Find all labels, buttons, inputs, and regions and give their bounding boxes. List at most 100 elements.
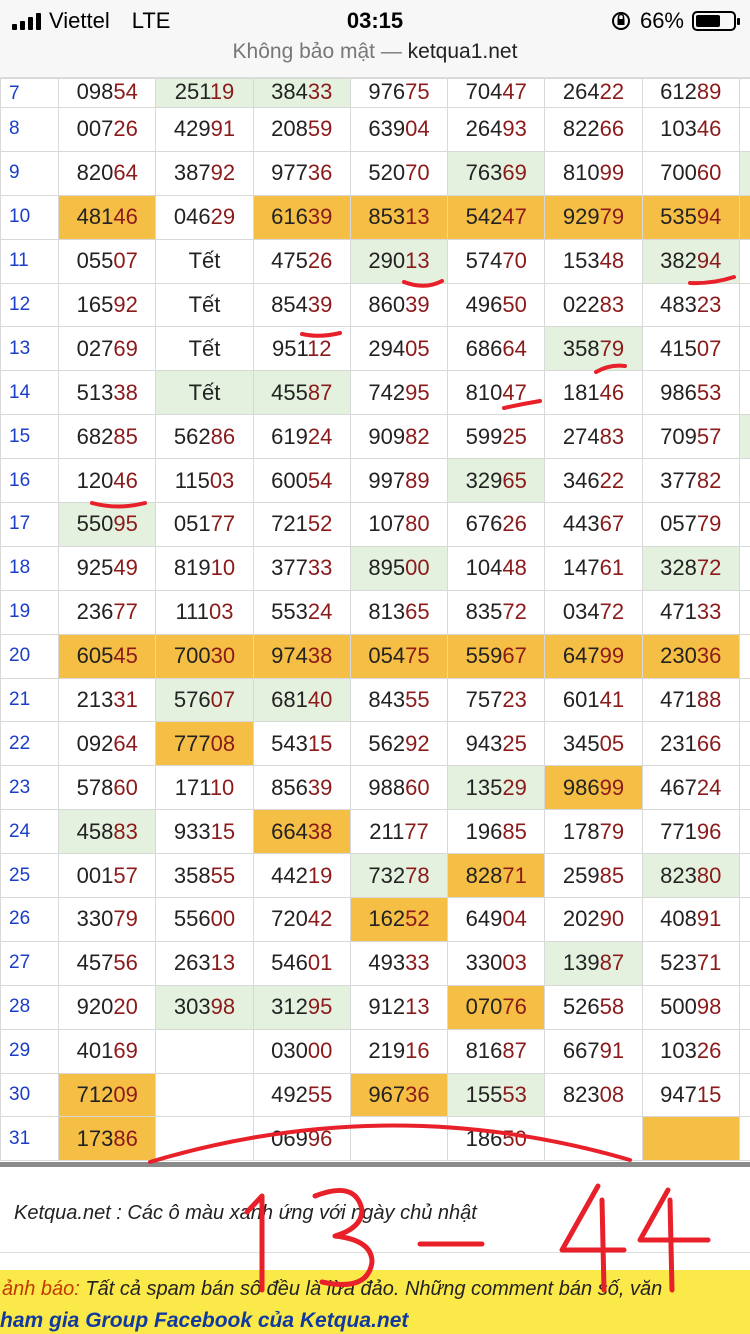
facebook-group-link[interactable]: ham gia Group Facebook của Ketqua.net — [0, 1309, 408, 1333]
result-cell — [641, 1116, 740, 1162]
overflow-cell — [738, 282, 750, 328]
result-cell: 52070 — [349, 150, 449, 196]
table-row: 14 51338 Tết 45587 74295 81047 18146 98653 — [0, 370, 750, 416]
result-prefix: 230 — [660, 643, 697, 669]
result-tail: 36 — [405, 1082, 430, 1108]
result-tail: 53 — [696, 379, 722, 405]
result-cell: 81687 — [447, 1028, 546, 1074]
result-cell: 64904 — [447, 897, 546, 942]
result-tail: 83 — [599, 423, 625, 449]
result-tail: 92 — [113, 292, 138, 317]
result-prefix: 181 — [562, 379, 600, 405]
result-prefix: 681 — [271, 687, 308, 713]
result-cell: 05475 — [349, 633, 449, 679]
result-tail: 48 — [599, 248, 625, 274]
result-tail: 93 — [502, 116, 527, 142]
result-tail: 07 — [696, 335, 722, 361]
result-cell: 54601 — [252, 940, 351, 986]
result-tail: 95 — [307, 994, 333, 1020]
result-tail: 33 — [405, 950, 430, 976]
result-prefix: 667 — [562, 1038, 600, 1064]
table-row: 11 05507 Tết 47526 29013 57470 15348 38294 — [0, 238, 750, 284]
result-prefix: 562 — [368, 730, 406, 756]
result-tail: 95 — [113, 511, 138, 537]
table-row: 26 33079 55600 72042 16252 64904 20290 40891 — [0, 897, 750, 942]
result-tail: 38 — [307, 643, 333, 669]
overflow-cell — [738, 414, 750, 460]
day-number: 19 — [0, 589, 60, 635]
result-prefix: 467 — [660, 774, 697, 800]
result-cell: 32965 — [447, 458, 546, 504]
result-tail: 83 — [113, 818, 138, 844]
result-prefix: 493 — [368, 950, 406, 976]
result-tail: 39 — [405, 292, 430, 317]
result-cell: 72152 — [252, 502, 351, 547]
url-bar[interactable]: Không bảo mật — ketqua1.net — [0, 40, 750, 78]
result-tail: 69 — [113, 1038, 138, 1064]
result-prefix: 377 — [271, 555, 308, 581]
result-cell: 17110 — [155, 765, 254, 811]
result-prefix: 997 — [368, 467, 406, 493]
day-number: 30 — [0, 1072, 60, 1118]
result-prefix: 526 — [562, 994, 600, 1020]
result-prefix: 346 — [562, 467, 600, 493]
result-tail: 46 — [599, 379, 625, 405]
result-cell: 27483 — [544, 414, 643, 460]
result-cell: 61639 — [252, 194, 351, 240]
result-tail: 90 — [599, 906, 625, 932]
result-prefix: 895 — [368, 555, 406, 581]
result-tail: 19 — [307, 862, 333, 888]
result-tail: 67 — [502, 643, 527, 669]
orientation-lock-icon — [611, 12, 630, 30]
result-tail: 57 — [696, 423, 722, 449]
result-tail: 29 — [502, 774, 527, 800]
result-cell: 05507 — [58, 238, 157, 284]
result-prefix: 943 — [465, 730, 503, 756]
result-cell: 25985 — [544, 853, 643, 899]
result-prefix: 054 — [368, 643, 406, 669]
result-cell: 81910 — [155, 545, 254, 591]
result-cell: 35879 — [544, 326, 643, 372]
result-prefix: 520 — [368, 160, 406, 186]
result-cell — [155, 1116, 254, 1162]
result-cell: 11103 — [155, 589, 254, 635]
result-cell: 98699 — [544, 765, 643, 811]
result-tail: 85 — [502, 818, 527, 844]
result-tail: 55 — [210, 862, 236, 888]
warning-label: ảnh báo: — [2, 1278, 80, 1300]
result-prefix: 264 — [562, 79, 600, 104]
result-tail: 72 — [696, 555, 722, 581]
table-row: 15 68285 56286 61924 90982 59925 27483 70957 — [0, 414, 750, 460]
day-number: 9 — [0, 150, 60, 196]
result-tail: 80 — [405, 511, 430, 537]
result-prefix: 601 — [562, 687, 600, 713]
day-number: 31 — [0, 1116, 60, 1162]
result-prefix: 408 — [660, 906, 697, 932]
result-cell: 26313 — [155, 940, 254, 986]
result-prefix: 236 — [76, 599, 114, 625]
result-prefix: 912 — [368, 994, 406, 1020]
result-cell: 71209 — [58, 1072, 157, 1118]
result-prefix: 819 — [173, 555, 211, 581]
result-prefix: 967 — [368, 1082, 406, 1108]
result-tail: 98 — [210, 994, 236, 1020]
result-prefix: 022 — [562, 292, 600, 317]
result-tail: 91 — [696, 906, 722, 932]
result-tail: 96 — [307, 1125, 333, 1151]
table-row: 12 16592 Tết 85439 86039 49650 02283 48323 — [0, 282, 750, 328]
result-prefix: 457 — [76, 950, 114, 976]
result-prefix: 443 — [562, 511, 600, 537]
result-prefix: Tết — [188, 292, 221, 317]
result-tail: 24 — [307, 423, 333, 449]
result-cell: 85313 — [349, 194, 449, 240]
overflow-cell — [738, 1072, 750, 1118]
result-prefix: 986 — [562, 774, 600, 800]
result-prefix: 471 — [660, 687, 697, 713]
result-tail: 08 — [599, 1082, 625, 1108]
result-cell: 60054 — [252, 458, 351, 504]
result-cell: 21916 — [349, 1028, 449, 1074]
result-cell: 48323 — [641, 282, 740, 328]
result-tail: 07 — [113, 248, 138, 274]
result-tail: 57 — [113, 862, 138, 888]
result-cell: Tết — [155, 282, 254, 328]
